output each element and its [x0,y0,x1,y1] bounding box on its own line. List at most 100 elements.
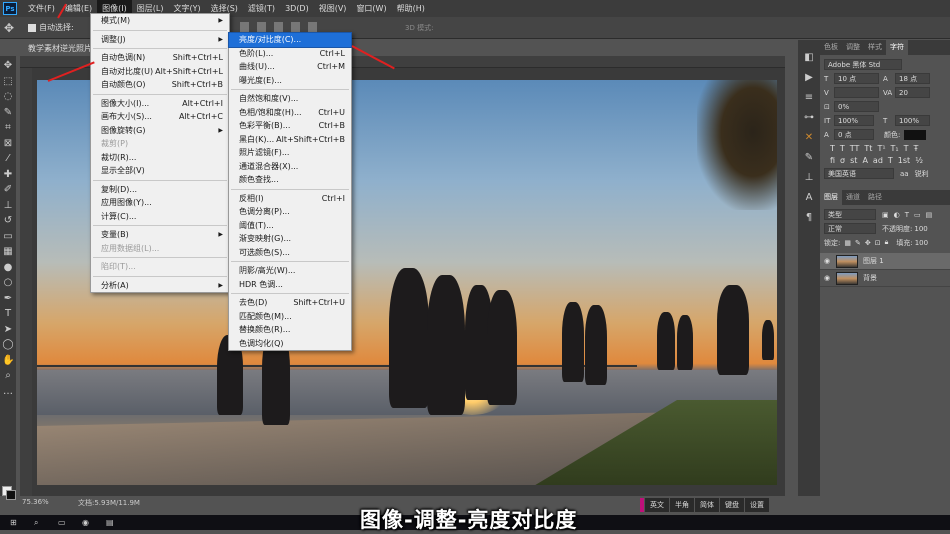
adjust-menu-item[interactable]: 色相/饱和度(H)... Ctrl+U [229,106,351,120]
image-menu-item[interactable]: 自动颜色(O) Shift+Ctrl+B [91,78,229,92]
faux-bold-icon[interactable]: T [830,144,835,153]
superscript-icon[interactable]: T¹ [877,144,885,153]
zoom-icon[interactable]: ⌕ [2,370,14,382]
fill-value[interactable]: 100 [915,239,928,247]
adjust-menu-item[interactable]: 照片滤镜(F)... [229,146,351,160]
adjust-menu-item[interactable]: 反相(I) Ctrl+I [229,192,351,206]
language-select[interactable]: 美国英语 [824,168,894,179]
adjust-menu-item[interactable]: 去色(D) Shift+Ctrl+U [229,296,351,310]
layers-tab[interactable]: 图层 [820,190,842,205]
adjust-menu-item[interactable]: 色调分离(P)... [229,205,351,219]
clone-stamp-icon[interactable]: ⊥ [2,200,14,212]
image-menu-item[interactable]: 复制(D)... [91,183,229,197]
marquee-icon[interactable]: ⬚ [2,76,14,88]
ime-status-item[interactable]: 设置 [745,498,769,512]
menu-9[interactable]: 窗口(W) [351,0,391,17]
menu-7[interactable]: 3D(D) [280,0,314,17]
text-color-swatch[interactable] [904,129,927,140]
image-menu-item[interactable]: 模式(M) ▶ [91,14,229,28]
align-center-icon[interactable] [308,22,317,32]
panel-tab[interactable]: 色板 [820,40,842,55]
image-menu-item[interactable]: 自动对比度(U) Alt+Shift+Ctrl+L [91,65,229,79]
brush-icon[interactable]: ✐ [2,184,14,196]
image-menu-item[interactable]: 显示全部(V) [91,164,229,178]
antialias-select[interactable]: 锐利 [915,169,929,179]
adjust-menu-item[interactable]: 自然饱和度(V)... [229,92,351,106]
small-caps-icon[interactable]: Tt [864,144,872,153]
image-menu-item[interactable]: 应用图像(Y)... [91,196,229,210]
quick-select-icon[interactable]: ✎ [2,107,14,119]
adjust-menu-item[interactable]: 色彩平衡(B)... Ctrl+B [229,119,351,133]
lock-all-icon[interactable]: 🔒︎ [885,238,889,247]
task-view-icon[interactable]: ▭ [58,518,72,528]
ordinals-icon[interactable]: ad [873,156,883,165]
layer-filter-select[interactable]: 类型 [824,209,876,220]
ime-status-item[interactable]: 英文 [645,498,669,512]
pen-icon[interactable]: ✒ [2,293,14,305]
adjust-menu-item[interactable]: 替换颜色(R)... [229,323,351,337]
zoom-level[interactable]: 75.36% [22,498,49,506]
move-tool-icon[interactable]: ✥ [4,21,14,35]
blur-icon[interactable]: ● [2,262,14,274]
leading-field[interactable]: 18 点 [895,73,930,84]
background-color-swatch[interactable] [6,490,16,500]
alternates-icon[interactable]: A [862,156,867,165]
adjust-menu-item[interactable]: 亮度/对比度(C)... [228,32,352,48]
visibility-eye-icon[interactable]: ◉ [820,274,834,282]
lasso-icon[interactable]: ◌ [2,91,14,103]
image-menu-item[interactable]: 计算(C)... [91,210,229,224]
baseline-field[interactable]: 0 点 [834,129,874,140]
layer-row[interactable]: ◉ 图层 1 [820,253,950,270]
frame-icon[interactable]: ⊠ [2,138,14,150]
adjust-menu-item[interactable]: 曝光度(E)... [229,74,351,88]
auto-select-checkbox[interactable] [28,23,37,32]
menu-0[interactable]: 文件(F) [23,0,60,17]
filter-pixel-icon[interactable]: ▣ [882,211,889,219]
panel-tab[interactable]: 调整 [842,40,864,55]
filter-smart-icon[interactable]: ▤ [926,211,933,219]
image-menu-item[interactable]: 变量(B) ▶ [91,228,229,242]
horizontal-scale-field[interactable]: 100% [895,115,930,126]
filter-type-icon[interactable]: T [905,211,909,219]
browser-icon[interactable]: ◉ [82,518,96,528]
vertical-scale-field[interactable]: 100% [834,115,874,126]
path-select-icon[interactable]: ➤ [2,324,14,336]
ligature-icon[interactable]: fi [830,156,835,165]
font-size-field[interactable]: 10 点 [834,73,879,84]
opacity-value[interactable]: 100 [914,225,927,233]
hand-icon[interactable]: ✋ [2,355,14,367]
titling-icon[interactable]: 1st [898,156,910,165]
blend-mode-select[interactable]: 正常 [824,223,876,234]
gradient-icon[interactable]: ▦ [2,246,14,258]
history-panel-icon[interactable]: ◧ [803,52,815,64]
adjust-menu-item[interactable]: 可选颜色(S)... [229,246,351,260]
align-bottom-icon[interactable] [274,22,283,32]
explorer-icon[interactable]: ▤ [106,518,120,528]
fractions-icon[interactable]: T [888,156,893,165]
healing-brush-icon[interactable]: ✚ [2,169,14,181]
ime-status-item[interactable]: 半角 [670,498,694,512]
actions-panel-icon[interactable]: ▶ [803,72,815,84]
paragraph-panel-icon[interactable]: ¶ [803,212,815,224]
lock-artboard-icon[interactable]: ⊡ [875,239,881,247]
align-middle-icon[interactable] [257,22,266,32]
adjust-menu-item[interactable]: 曲线(U)... Ctrl+M [229,60,351,74]
layers-tab[interactable]: 通道 [842,190,864,205]
brush-settings-icon[interactable]: ✕ [803,132,815,144]
history-brush-icon[interactable]: ↺ [2,215,14,227]
tracking-field[interactable]: 20 [895,87,930,98]
image-menu-item[interactable]: 图像旋转(G) ▶ [91,124,229,138]
properties-panel-icon[interactable]: ≡ [803,92,815,104]
adjust-menu-item[interactable]: 色调均化(Q) [229,337,351,351]
filter-shape-icon[interactable]: ▭ [914,211,921,219]
character-panel-icon[interactable]: A [803,192,815,204]
image-menu-item[interactable]: 画布大小(S)... Alt+Ctrl+C [91,110,229,124]
layers-tab[interactable]: 路径 [864,190,886,205]
layer-row[interactable]: ◉ 背景 [820,270,950,287]
lock-paint-icon[interactable]: ✎ [855,239,861,247]
ellipse-icon[interactable]: ◯ [2,339,14,351]
image-menu-item[interactable]: 图像大小(I)... Alt+Ctrl+I [91,97,229,111]
adjust-menu-item[interactable]: 渐变映射(G)... [229,232,351,246]
image-menu-item[interactable]: 裁切(R)... [91,151,229,165]
search-icon[interactable]: ⌕ [34,518,48,528]
